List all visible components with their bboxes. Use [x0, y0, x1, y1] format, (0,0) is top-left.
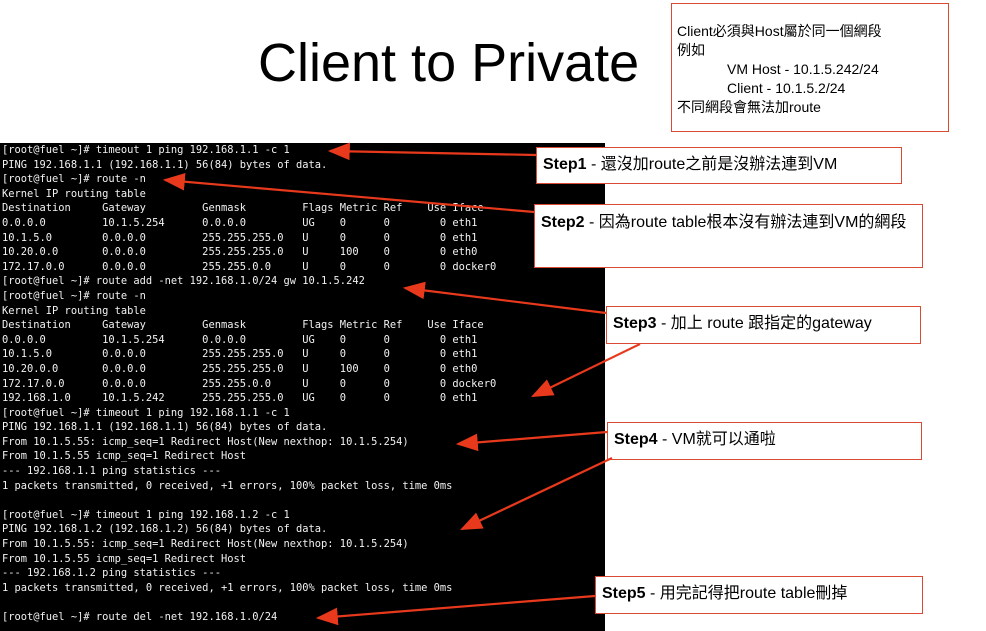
step2-text: - 因為route table根本沒有辦法連到VM的網段 — [584, 214, 907, 231]
terminal-line: From 10.1.5.55 icmp_seq=1 Redirect Host — [2, 450, 246, 463]
note-line: Client - 10.1.5.2/24 — [727, 80, 846, 96]
terminal-line: 1 packets transmitted, 0 received, +1 er… — [2, 479, 453, 492]
terminal-line: 172.17.0.0 0.0.0.0 255.255.0.0 U 0 0 0 d… — [2, 377, 497, 390]
terminal-line: 0.0.0.0 10.1.5.254 0.0.0.0 UG 0 0 0 eth1 — [2, 333, 478, 346]
terminal-line: PING 192.168.1.1 (192.168.1.1) 56(84) by… — [2, 421, 328, 434]
note-line: 不同網段會無法加route — [677, 99, 821, 115]
terminal-line: 10.1.5.0 0.0.0.0 255.255.255.0 U 0 0 0 e… — [2, 348, 478, 361]
terminal-line: [root@fuel ~]# route -n — [2, 289, 146, 302]
step3-text: - 加上 route 跟指定的gateway — [656, 315, 872, 332]
terminal-line: Kernel IP routing table — [2, 187, 146, 200]
note-line: Client必須與Host屬於同一個網段 — [677, 23, 882, 39]
step4-text: - VM就可以通啦 — [657, 431, 776, 448]
terminal-line: 10.20.0.0 0.0.0.0 255.255.255.0 U 100 0 … — [2, 246, 478, 259]
step5-label: Step5 — [602, 585, 646, 602]
terminal-line: From 10.1.5.55: icmp_seq=1 Redirect Host… — [2, 435, 409, 448]
step4-callout: Step4 - VM就可以通啦 — [607, 422, 922, 460]
terminal-screenshot: [root@fuel ~]# timeout 1 ping 192.168.1.… — [0, 143, 605, 631]
slide-title: Client to Private — [258, 33, 640, 93]
terminal-output: [root@fuel ~]# timeout 1 ping 192.168.1.… — [0, 143, 605, 625]
terminal-line: [root@fuel ~]# route add -net 192.168.1.… — [2, 275, 365, 288]
step1-label: Step1 — [543, 156, 587, 173]
terminal-line: 10.20.0.0 0.0.0.0 255.255.255.0 U 100 0 … — [2, 362, 478, 375]
step5-text: - 用完記得把route table刪掉 — [645, 585, 848, 602]
terminal-line: 192.168.1.0 10.1.5.242 255.255.255.0 UG … — [2, 392, 478, 405]
terminal-line: [root@fuel ~]# timeout 1 ping 192.168.1.… — [2, 406, 290, 419]
terminal-line: 172.17.0.0 0.0.0.0 255.255.0.0 U 0 0 0 d… — [2, 260, 497, 273]
note-line: 例如 — [677, 42, 705, 58]
step3-callout: Step3 - 加上 route 跟指定的gateway — [606, 306, 921, 344]
step2-label: Step2 — [541, 214, 585, 231]
terminal-line: [root@fuel ~]# timeout 1 ping 192.168.1.… — [2, 508, 290, 521]
terminal-line: [root@fuel ~]# route del -net 192.168.1.… — [2, 611, 278, 623]
terminal-line: --- 192.168.1.2 ping statistics --- — [2, 567, 221, 580]
terminal-line: Destination Gateway Genmask Flags Metric… — [2, 319, 484, 332]
note-line: VM Host - 10.1.5.242/24 — [727, 61, 879, 77]
terminal-line: From 10.1.5.55 icmp_seq=1 Redirect Host — [2, 552, 246, 565]
terminal-line: [root@fuel ~]# route -n — [2, 173, 146, 186]
step3-label: Step3 — [613, 315, 657, 332]
note-box: Client必須與Host屬於同一個網段 例如 VM Host - 10.1.5… — [671, 3, 949, 132]
step5-callout: Step5 - 用完記得把route table刪掉 — [595, 576, 923, 614]
terminal-line: 1 packets transmitted, 0 received, +1 er… — [2, 581, 453, 594]
terminal-line: 0.0.0.0 10.1.5.254 0.0.0.0 UG 0 0 0 eth1 — [2, 216, 478, 229]
terminal-line: --- 192.168.1.1 ping statistics --- — [2, 465, 221, 478]
terminal-line: PING 192.168.1.2 (192.168.1.2) 56(84) by… — [2, 523, 328, 536]
terminal-line: Destination Gateway Genmask Flags Metric… — [2, 202, 484, 215]
step1-callout: Step1 - 還沒加route之前是沒辦法連到VM — [536, 147, 902, 184]
terminal-line: From 10.1.5.55: icmp_seq=1 Redirect Host… — [2, 538, 409, 551]
terminal-line: 10.1.5.0 0.0.0.0 255.255.255.0 U 0 0 0 e… — [2, 231, 478, 244]
step1-text: - 還沒加route之前是沒辦法連到VM — [586, 156, 838, 173]
step2-callout: Step2 - 因為route table根本沒有辦法連到VM的網段 — [534, 204, 923, 268]
terminal-line: Kernel IP routing table — [2, 304, 146, 317]
step4-label: Step4 — [614, 431, 658, 448]
terminal-line: PING 192.168.1.1 (192.168.1.1) 56(84) by… — [2, 158, 328, 171]
terminal-line: [root@fuel ~]# timeout 1 ping 192.168.1.… — [2, 144, 290, 156]
